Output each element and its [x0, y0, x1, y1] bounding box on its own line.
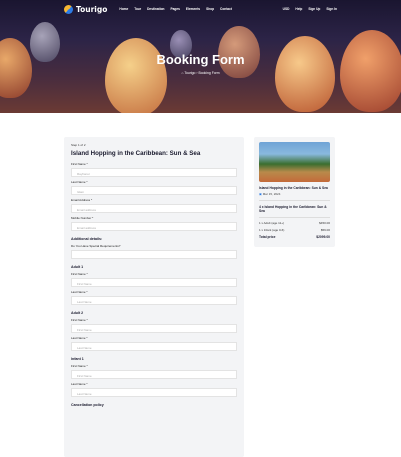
total-label: Total price — [259, 235, 276, 239]
summary-date-text: Mar 15, 2024 — [262, 192, 281, 196]
special-requirements-input[interactable] — [71, 250, 237, 259]
nav-pages[interactable]: Pages — [170, 7, 179, 11]
sign-in-link[interactable]: Sign In — [326, 7, 337, 11]
special-requirements-label: Do You Have Special Requirements? — [71, 244, 121, 248]
sign-up-link[interactable]: Sign Up — [308, 7, 320, 11]
nav-elements[interactable]: Elements — [186, 7, 200, 11]
brand-name: Tourigo — [76, 4, 108, 14]
adult2-last-label: Last Name * — [71, 336, 88, 340]
breadcrumb-home[interactable]: Tourigo — [184, 71, 195, 75]
adult2-first-label: First Name * — [71, 318, 88, 322]
nav-destination[interactable]: Destination — [147, 7, 164, 11]
step-indicator: Step 1 of 2 — [71, 143, 86, 147]
infant1-last-input[interactable]: Last Name — [71, 388, 237, 397]
adult1-first-input[interactable]: First Name — [71, 278, 237, 287]
breadcrumb-separator: › — [196, 71, 198, 75]
utility-menu: USD Help Sign Up Sign In — [283, 7, 337, 11]
cancellation-policy-heading: Cancellation policy — [71, 403, 104, 407]
adult2-first-input[interactable]: First Name — [71, 324, 237, 333]
additional-details-heading: Additional details: — [71, 237, 103, 241]
total-value: $2099.00 — [316, 235, 330, 239]
infant1-last-label: Last Name * — [71, 382, 88, 386]
email-input[interactable]: Email address — [71, 204, 237, 213]
booking-summary: Island Hopping in the Caribbean: Sun & S… — [254, 137, 335, 247]
summary-row-value: $450.00 — [319, 221, 330, 225]
adult1-last-input[interactable]: Last Name — [71, 296, 237, 305]
calendar-icon: ▣ — [259, 192, 262, 196]
adult1-heading: Adult 1 — [71, 265, 84, 269]
summary-row-label: 1 x Adult (age 11+) — [259, 221, 285, 225]
breadcrumb-current: Booking Form — [198, 71, 220, 75]
summary-date: ▣ Mar 15, 2024 — [259, 192, 330, 196]
breadcrumb: ⌂ Tourigo › Booking Form — [0, 71, 401, 75]
booking-form: Step 1 of 2 Island Hopping in the Caribb… — [64, 137, 244, 457]
phone-label: Mobile Number * — [71, 216, 94, 220]
tour-thumbnail — [259, 142, 330, 182]
first-name-input[interactable]: Rayhanur — [71, 168, 237, 177]
divider — [259, 217, 330, 218]
logo-icon — [64, 4, 73, 14]
summary-total: Total price $2099.00 — [259, 235, 330, 239]
adult2-heading: Adult 2 — [71, 311, 84, 315]
adult2-last-input[interactable]: Last Name — [71, 342, 237, 351]
summary-row-value: $59.00 — [320, 228, 330, 232]
main-menu: Home Tour Destination Pages Elements Sho… — [119, 7, 232, 11]
summary-row: 1 x Infant (age 0-6) $59.00 — [259, 228, 330, 232]
summary-row: 1 x Adult (age 11+) $450.00 — [259, 221, 330, 225]
infant1-heading: Infant 1 — [71, 357, 84, 361]
infant1-first-label: First Name * — [71, 364, 88, 368]
summary-row-label: 1 x Infant (age 0-6) — [259, 228, 285, 232]
brand-logo[interactable]: Tourigo — [64, 4, 108, 14]
currency-select[interactable]: USD — [283, 7, 290, 11]
adult1-first-label: First Name * — [71, 272, 88, 276]
infant1-first-input[interactable]: First Name — [71, 370, 237, 379]
hero-banner: Tourigo Home Tour Destination Pages Elem… — [0, 0, 401, 113]
trip-title: Island Hopping in the Caribbean: Sun & S… — [71, 150, 201, 157]
nav-tour[interactable]: Tour — [134, 7, 141, 11]
nav-home[interactable]: Home — [119, 7, 128, 11]
help-link[interactable]: Help — [295, 7, 302, 11]
summary-tour-name: Island Hopping in the Caribbean: Sun & S… — [259, 186, 328, 190]
last-name-label: Last Name * — [71, 180, 88, 184]
page-title: Booking Form — [156, 52, 245, 67]
first-name-label: First Name * — [71, 162, 88, 166]
adult1-last-label: Last Name * — [71, 290, 88, 294]
nav-shop[interactable]: Shop — [206, 7, 214, 11]
last-name-input[interactable]: Islam — [71, 186, 237, 195]
phone-input[interactable]: Email address — [71, 222, 237, 231]
top-navbar: Tourigo Home Tour Destination Pages Elem… — [0, 0, 401, 18]
nav-contact[interactable]: Contact — [220, 7, 232, 11]
divider — [259, 200, 330, 201]
email-label: Email Address * — [71, 198, 93, 202]
summary-package: 4 x Island Hopping in the Caribbean: Sun… — [259, 205, 327, 213]
